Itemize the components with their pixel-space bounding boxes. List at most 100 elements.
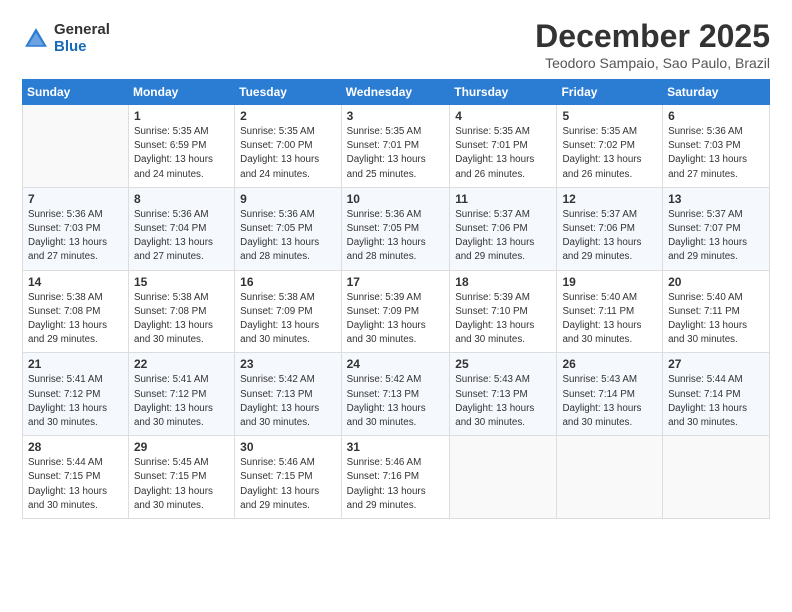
day-number: 3 <box>347 109 445 123</box>
location: Teodoro Sampaio, Sao Paulo, Brazil <box>535 55 770 71</box>
calendar-cell: 12Sunrise: 5:37 AMSunset: 7:06 PMDayligh… <box>557 187 663 270</box>
day-info: Sunrise: 5:37 AMSunset: 7:06 PMDaylight:… <box>455 208 551 265</box>
weekday-header: Monday <box>128 80 234 105</box>
day-number: 2 <box>240 109 335 123</box>
calendar-cell: 6 Sunrise: 5:36 AMSunset: 7:03 PMDaylight… <box>663 105 770 188</box>
day-number: 5 <box>562 109 657 123</box>
weekday-header: Sunday <box>23 80 129 105</box>
logo-icon <box>22 25 50 53</box>
day-info: Sunrise: 5:35 AMSunset: 6:59 PMDaylight:… <box>134 125 229 182</box>
calendar-week-row: 28Sunrise: 5:44 AMSunset: 7:15 PMDayligh… <box>23 436 770 519</box>
calendar-cell: 5 Sunrise: 5:35 AMSunset: 7:02 PMDaylight… <box>557 105 663 188</box>
header-area: General Blue December 2025 Teodoro Sampa… <box>22 18 770 71</box>
day-info: Sunrise: 5:41 AMSunset: 7:12 PMDaylight:… <box>28 373 123 430</box>
calendar-week-row: 7Sunrise: 5:36 AMSunset: 7:03 PMDaylight… <box>23 187 770 270</box>
day-number: 31 <box>347 440 445 454</box>
day-info: Sunrise: 5:35 AMSunset: 7:00 PMDaylight:… <box>240 125 335 182</box>
day-number: 20 <box>668 275 764 289</box>
calendar-table: SundayMondayTuesdayWednesdayThursdayFrid… <box>22 79 770 519</box>
day-number: 25 <box>455 357 551 371</box>
day-number: 18 <box>455 275 551 289</box>
calendar-cell: 30 Sunrise: 5:46 AMSunset: 7:15 PMDayligh… <box>235 436 341 519</box>
day-info: Sunrise: 5:37 AMSunset: 7:07 PMDaylight:… <box>668 208 764 265</box>
calendar-cell: 18 Sunrise: 5:39 AMSunset: 7:10 PMDayligh… <box>450 270 557 353</box>
calendar-cell: 15 Sunrise: 5:38 AMSunset: 7:08 PMDayligh… <box>128 270 234 353</box>
calendar-week-row: 14 Sunrise: 5:38 AMSunset: 7:08 PMDayligh… <box>23 270 770 353</box>
day-number: 26 <box>562 357 657 371</box>
day-number: 23 <box>240 357 335 371</box>
calendar-cell <box>557 436 663 519</box>
calendar-cell: 13 Sunrise: 5:37 AMSunset: 7:07 PMDayligh… <box>663 187 770 270</box>
weekday-header: Wednesday <box>341 80 450 105</box>
day-number: 29 <box>134 440 229 454</box>
calendar-week-row: 21Sunrise: 5:41 AMSunset: 7:12 PMDayligh… <box>23 353 770 436</box>
day-info: Sunrise: 5:46 AMSunset: 7:15 PMDaylight:… <box>240 456 335 513</box>
logo: General Blue <box>22 22 110 55</box>
calendar-cell: 4 Sunrise: 5:35 AMSunset: 7:01 PMDaylight… <box>450 105 557 188</box>
day-number: 10 <box>347 192 445 206</box>
weekday-header: Tuesday <box>235 80 341 105</box>
day-info: Sunrise: 5:36 AMSunset: 7:05 PMDaylight:… <box>347 208 445 265</box>
calendar-header-row: SundayMondayTuesdayWednesdayThursdayFrid… <box>23 80 770 105</box>
day-number: 22 <box>134 357 229 371</box>
day-number: 6 <box>668 109 764 123</box>
calendar-cell: 27Sunrise: 5:44 AMSunset: 7:14 PMDayligh… <box>663 353 770 436</box>
day-number: 14 <box>28 275 123 289</box>
day-info: Sunrise: 5:43 AMSunset: 7:13 PMDaylight:… <box>455 373 551 430</box>
calendar-cell: 26Sunrise: 5:43 AMSunset: 7:14 PMDayligh… <box>557 353 663 436</box>
calendar-cell: 20 Sunrise: 5:40 AMSunset: 7:11 PMDayligh… <box>663 270 770 353</box>
day-info: Sunrise: 5:35 AMSunset: 7:01 PMDaylight:… <box>347 125 445 182</box>
calendar-cell: 8Sunrise: 5:36 AMSunset: 7:04 PMDaylight… <box>128 187 234 270</box>
calendar-cell: 22 Sunrise: 5:41 AMSunset: 7:12 PMDayligh… <box>128 353 234 436</box>
day-info: Sunrise: 5:39 AMSunset: 7:10 PMDaylight:… <box>455 291 551 348</box>
day-info: Sunrise: 5:35 AMSunset: 7:02 PMDaylight:… <box>562 125 657 182</box>
calendar-cell: 21Sunrise: 5:41 AMSunset: 7:12 PMDayligh… <box>23 353 129 436</box>
day-number: 8 <box>134 192 229 206</box>
day-info: Sunrise: 5:40 AMSunset: 7:11 PMDaylight:… <box>668 291 764 348</box>
day-info: Sunrise: 5:40 AMSunset: 7:11 PMDaylight:… <box>562 291 657 348</box>
calendar-cell: 1Sunrise: 5:35 AMSunset: 6:59 PMDaylight… <box>128 105 234 188</box>
day-number: 27 <box>668 357 764 371</box>
day-info: Sunrise: 5:38 AMSunset: 7:09 PMDaylight:… <box>240 291 335 348</box>
day-info: Sunrise: 5:41 AMSunset: 7:12 PMDaylight:… <box>134 373 229 430</box>
day-info: Sunrise: 5:35 AMSunset: 7:01 PMDaylight:… <box>455 125 551 182</box>
calendar-cell: 11 Sunrise: 5:37 AMSunset: 7:06 PMDayligh… <box>450 187 557 270</box>
day-info: Sunrise: 5:39 AMSunset: 7:09 PMDaylight:… <box>347 291 445 348</box>
calendar-cell <box>663 436 770 519</box>
calendar-cell: 16 Sunrise: 5:38 AMSunset: 7:09 PMDayligh… <box>235 270 341 353</box>
day-info: Sunrise: 5:42 AMSunset: 7:13 PMDaylight:… <box>347 373 445 430</box>
day-number: 15 <box>134 275 229 289</box>
calendar-cell: 31 Sunrise: 5:46 AMSunset: 7:16 PMDayligh… <box>341 436 450 519</box>
day-number: 9 <box>240 192 335 206</box>
page: General Blue December 2025 Teodoro Sampa… <box>0 0 792 612</box>
calendar-cell: 29 Sunrise: 5:45 AMSunset: 7:15 PMDayligh… <box>128 436 234 519</box>
day-info: Sunrise: 5:46 AMSunset: 7:16 PMDaylight:… <box>347 456 445 513</box>
day-number: 4 <box>455 109 551 123</box>
logo-general: General <box>54 22 110 39</box>
day-info: Sunrise: 5:36 AMSunset: 7:03 PMDaylight:… <box>668 125 764 182</box>
day-info: Sunrise: 5:38 AMSunset: 7:08 PMDaylight:… <box>28 291 123 348</box>
day-number: 13 <box>668 192 764 206</box>
calendar-cell: 7Sunrise: 5:36 AMSunset: 7:03 PMDaylight… <box>23 187 129 270</box>
day-number: 11 <box>455 192 551 206</box>
day-info: Sunrise: 5:38 AMSunset: 7:08 PMDaylight:… <box>134 291 229 348</box>
calendar-cell <box>450 436 557 519</box>
day-info: Sunrise: 5:36 AMSunset: 7:05 PMDaylight:… <box>240 208 335 265</box>
weekday-header: Thursday <box>450 80 557 105</box>
calendar-cell: 23 Sunrise: 5:42 AMSunset: 7:13 PMDayligh… <box>235 353 341 436</box>
calendar-cell: 14 Sunrise: 5:38 AMSunset: 7:08 PMDayligh… <box>23 270 129 353</box>
day-info: Sunrise: 5:42 AMSunset: 7:13 PMDaylight:… <box>240 373 335 430</box>
title-area: December 2025 Teodoro Sampaio, Sao Paulo… <box>535 18 770 71</box>
day-info: Sunrise: 5:45 AMSunset: 7:15 PMDaylight:… <box>134 456 229 513</box>
calendar-cell: 17Sunrise: 5:39 AMSunset: 7:09 PMDayligh… <box>341 270 450 353</box>
day-number: 16 <box>240 275 335 289</box>
day-number: 30 <box>240 440 335 454</box>
month-title: December 2025 <box>535 18 770 55</box>
day-number: 19 <box>562 275 657 289</box>
calendar-cell: 9 Sunrise: 5:36 AMSunset: 7:05 PMDaylight… <box>235 187 341 270</box>
calendar-cell: 24Sunrise: 5:42 AMSunset: 7:13 PMDayligh… <box>341 353 450 436</box>
calendar-week-row: 1Sunrise: 5:35 AMSunset: 6:59 PMDaylight… <box>23 105 770 188</box>
day-info: Sunrise: 5:37 AMSunset: 7:06 PMDaylight:… <box>562 208 657 265</box>
day-number: 28 <box>28 440 123 454</box>
calendar-cell: 2 Sunrise: 5:35 AMSunset: 7:00 PMDaylight… <box>235 105 341 188</box>
